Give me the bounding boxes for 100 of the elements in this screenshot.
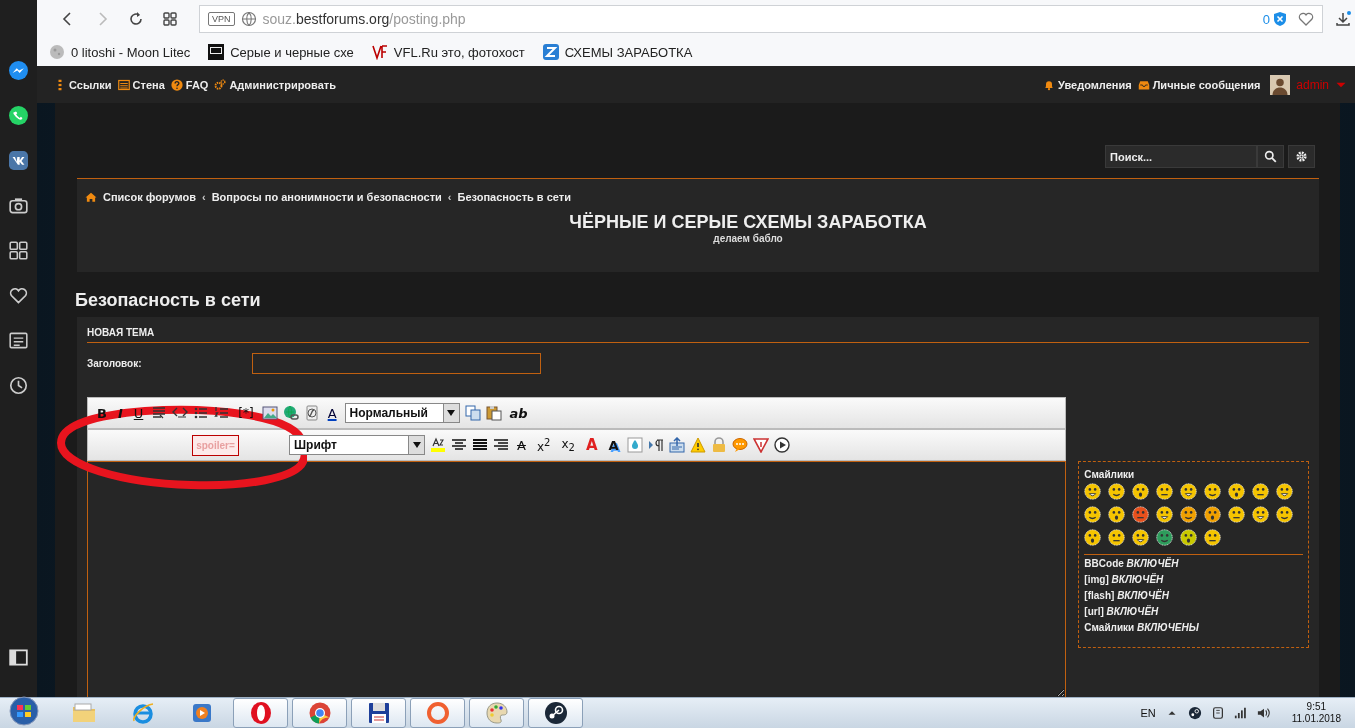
- download-icon[interactable]: [1335, 11, 1351, 27]
- search-field[interactable]: Поиск...: [1105, 145, 1257, 168]
- smiley-icon[interactable]: [1180, 483, 1198, 500]
- highlight-icon[interactable]: [430, 437, 446, 453]
- smiley-icon[interactable]: [1156, 529, 1174, 546]
- copy-icon[interactable]: [464, 405, 481, 421]
- format-button[interactable]: A: [605, 437, 622, 453]
- heart-icon[interactable]: [9, 286, 28, 305]
- format-button[interactable]: [*]: [235, 406, 257, 420]
- breadcrumb-link[interactable]: Список форумов: [103, 191, 196, 203]
- signal-icon[interactable]: [1233, 706, 1248, 720]
- format-button[interactable]: x$^{2}$: [533, 436, 554, 454]
- messenger-icon[interactable]: [9, 61, 28, 80]
- smiley-icon[interactable]: [1084, 529, 1102, 546]
- smiley-icon[interactable]: [1108, 529, 1126, 546]
- caret-icon[interactable]: [447, 410, 456, 416]
- steam-icon[interactable]: [1187, 706, 1202, 720]
- clock-time[interactable]: 9:51: [1306, 701, 1327, 713]
- bookmark-link[interactable]: Серые и черные схе: [230, 44, 354, 60]
- nav-link[interactable]: Ссылки: [54, 78, 112, 91]
- z-logo-icon[interactable]: [542, 44, 559, 60]
- smiley-icon[interactable]: [1156, 483, 1174, 500]
- smiley-icon[interactable]: [1180, 506, 1198, 523]
- nav-link[interactable]: Стена: [117, 78, 165, 91]
- smiley-icon[interactable]: [1108, 506, 1126, 523]
- smiley-icon[interactable]: [1132, 483, 1150, 500]
- smiley-icon[interactable]: [1252, 483, 1270, 500]
- format-button[interactable]: A: [514, 437, 529, 453]
- globe-link-icon[interactable]: [282, 405, 299, 421]
- upload-icon[interactable]: [668, 437, 685, 453]
- vf-logo-icon[interactable]: [371, 44, 388, 60]
- smiley-icon[interactable]: [1108, 483, 1126, 500]
- nav-link[interactable]: Уведомления: [1043, 78, 1132, 91]
- smiley-icon[interactable]: [1132, 529, 1150, 546]
- grid-icon[interactable]: [9, 241, 28, 260]
- moon-icon[interactable]: [49, 44, 65, 60]
- news-icon[interactable]: [9, 331, 28, 350]
- smiley-icon[interactable]: [1204, 483, 1222, 500]
- smiley-icon[interactable]: [1204, 506, 1222, 523]
- nav-link[interactable]: Администрировать: [214, 78, 336, 91]
- smiley-icon[interactable]: [1228, 483, 1246, 500]
- settings-button[interactable]: [1288, 145, 1315, 168]
- start-icon[interactable]: [8, 696, 40, 726]
- dropdown[interactable]: Нормальный: [344, 403, 460, 423]
- align-right-icon[interactable]: [493, 437, 509, 453]
- smiley-icon[interactable]: [1132, 506, 1150, 523]
- clock-icon[interactable]: [9, 376, 28, 395]
- caret-icon[interactable]: [412, 442, 421, 448]
- format-button[interactable]: ab: [506, 405, 531, 421]
- format-button[interactable]: A: [324, 405, 340, 421]
- nav-link[interactable]: FAQ: [170, 78, 209, 91]
- smiley-icon[interactable]: [1204, 529, 1222, 546]
- taskbar-button[interactable]: [351, 698, 406, 728]
- clock-date[interactable]: 11.01.2018: [1291, 713, 1341, 725]
- text-direction-icon[interactable]: [647, 437, 664, 453]
- nav-link[interactable]: Личные сообщения: [1137, 78, 1261, 91]
- smiley-icon[interactable]: [1180, 529, 1198, 546]
- smiley-icon[interactable]: [1252, 506, 1270, 523]
- chat-icon[interactable]: [9, 106, 28, 125]
- format-button[interactable]: I: [114, 405, 126, 421]
- home-icon[interactable]: [85, 191, 97, 203]
- smiley-icon[interactable]: [1084, 506, 1102, 523]
- breadcrumb-link[interactable]: Безопасность в сети: [457, 191, 571, 203]
- numbered-list-icon[interactable]: [214, 405, 231, 421]
- panel-toggle-icon[interactable]: [9, 648, 28, 667]
- language-indicator[interactable]: EN: [1140, 707, 1156, 719]
- format-button[interactable]: A: [582, 436, 601, 454]
- dropdown[interactable]: Шрифт: [289, 435, 425, 455]
- smiley-icon[interactable]: [1276, 506, 1294, 523]
- message-field[interactable]: [87, 461, 1067, 697]
- smiley-icon[interactable]: [1156, 506, 1174, 523]
- paste-icon[interactable]: [485, 405, 502, 421]
- subject-field[interactable]: [252, 353, 541, 374]
- taskbar-button[interactable]: [528, 698, 583, 728]
- bookmark-link[interactable]: СХЕМЫ ЗАРАБОТКА: [564, 44, 693, 60]
- device-icon[interactable]: [1210, 706, 1225, 720]
- quote-icon[interactable]: [151, 405, 168, 421]
- image-icon[interactable]: [261, 405, 278, 421]
- flash-icon[interactable]: [303, 405, 320, 421]
- smiley-icon[interactable]: [1228, 506, 1246, 523]
- triangle-icon[interactable]: [752, 437, 769, 453]
- bookmark-link[interactable]: 0 litoshi - Moon Litec: [71, 44, 191, 60]
- breadcrumb-link[interactable]: Вопросы по анонимности и безопасности: [211, 191, 442, 203]
- square-logo-icon[interactable]: [208, 44, 225, 60]
- bullet-list-icon[interactable]: [193, 405, 210, 421]
- speech-bubble-icon[interactable]: [731, 437, 748, 453]
- play-icon[interactable]: [773, 437, 790, 453]
- shield-icon[interactable]: [1272, 11, 1288, 27]
- grid-icon[interactable]: [162, 11, 178, 27]
- bookmark-link[interactable]: VFL.Ru это, фотохост: [393, 44, 525, 60]
- address-bar[interactable]: VPN souz.bestforums.org/posting.php 0: [199, 5, 1323, 33]
- vpn-badge[interactable]: VPN: [208, 12, 235, 26]
- reload-icon[interactable]: [128, 11, 144, 27]
- search-button[interactable]: [1257, 145, 1284, 168]
- speaker-icon[interactable]: [1256, 706, 1271, 720]
- code-icon[interactable]: [172, 405, 189, 421]
- vk-icon[interactable]: [9, 151, 28, 170]
- justify-icon[interactable]: [472, 437, 488, 453]
- warning-icon[interactable]: [689, 437, 706, 453]
- avatar-icon[interactable]: [1270, 74, 1291, 95]
